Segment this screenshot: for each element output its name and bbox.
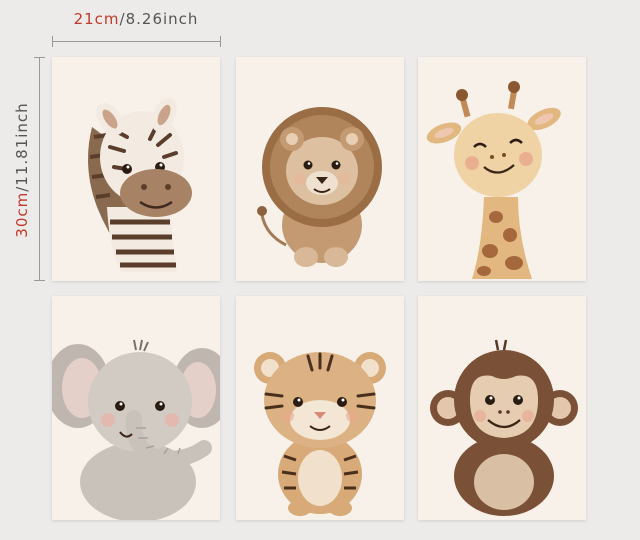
height-dimension-line (39, 57, 40, 280)
tiger-illustration (254, 352, 386, 516)
width-line-cap-left (52, 36, 53, 47)
width-dimension-label: 21cm/8.26inch (52, 10, 220, 28)
elephant-print-card (52, 296, 220, 520)
height-dimension-label: 30cm/11.81inch (13, 102, 31, 237)
width-line-cap-right (220, 36, 221, 47)
elephant-illustration (52, 339, 220, 520)
height-inch: /11.81inch (13, 102, 31, 192)
width-cm: 21cm (73, 10, 120, 28)
lion-illustration (257, 107, 382, 267)
height-line-cap-top (34, 57, 45, 58)
zebra-print-card (52, 57, 220, 281)
giraffe-illustration (426, 81, 561, 279)
zebra-illustration (88, 98, 192, 272)
width-inch: /8.26inch (119, 10, 199, 28)
height-line-cap-bottom (34, 280, 45, 281)
width-dimension-line (52, 41, 220, 42)
giraffe-print-card (418, 57, 586, 281)
tiger-print-card (236, 296, 404, 520)
monkey-illustration (430, 339, 578, 516)
monkey-print-card (418, 296, 586, 520)
lion-print-card (236, 57, 404, 281)
height-cm: 30cm (13, 191, 31, 238)
